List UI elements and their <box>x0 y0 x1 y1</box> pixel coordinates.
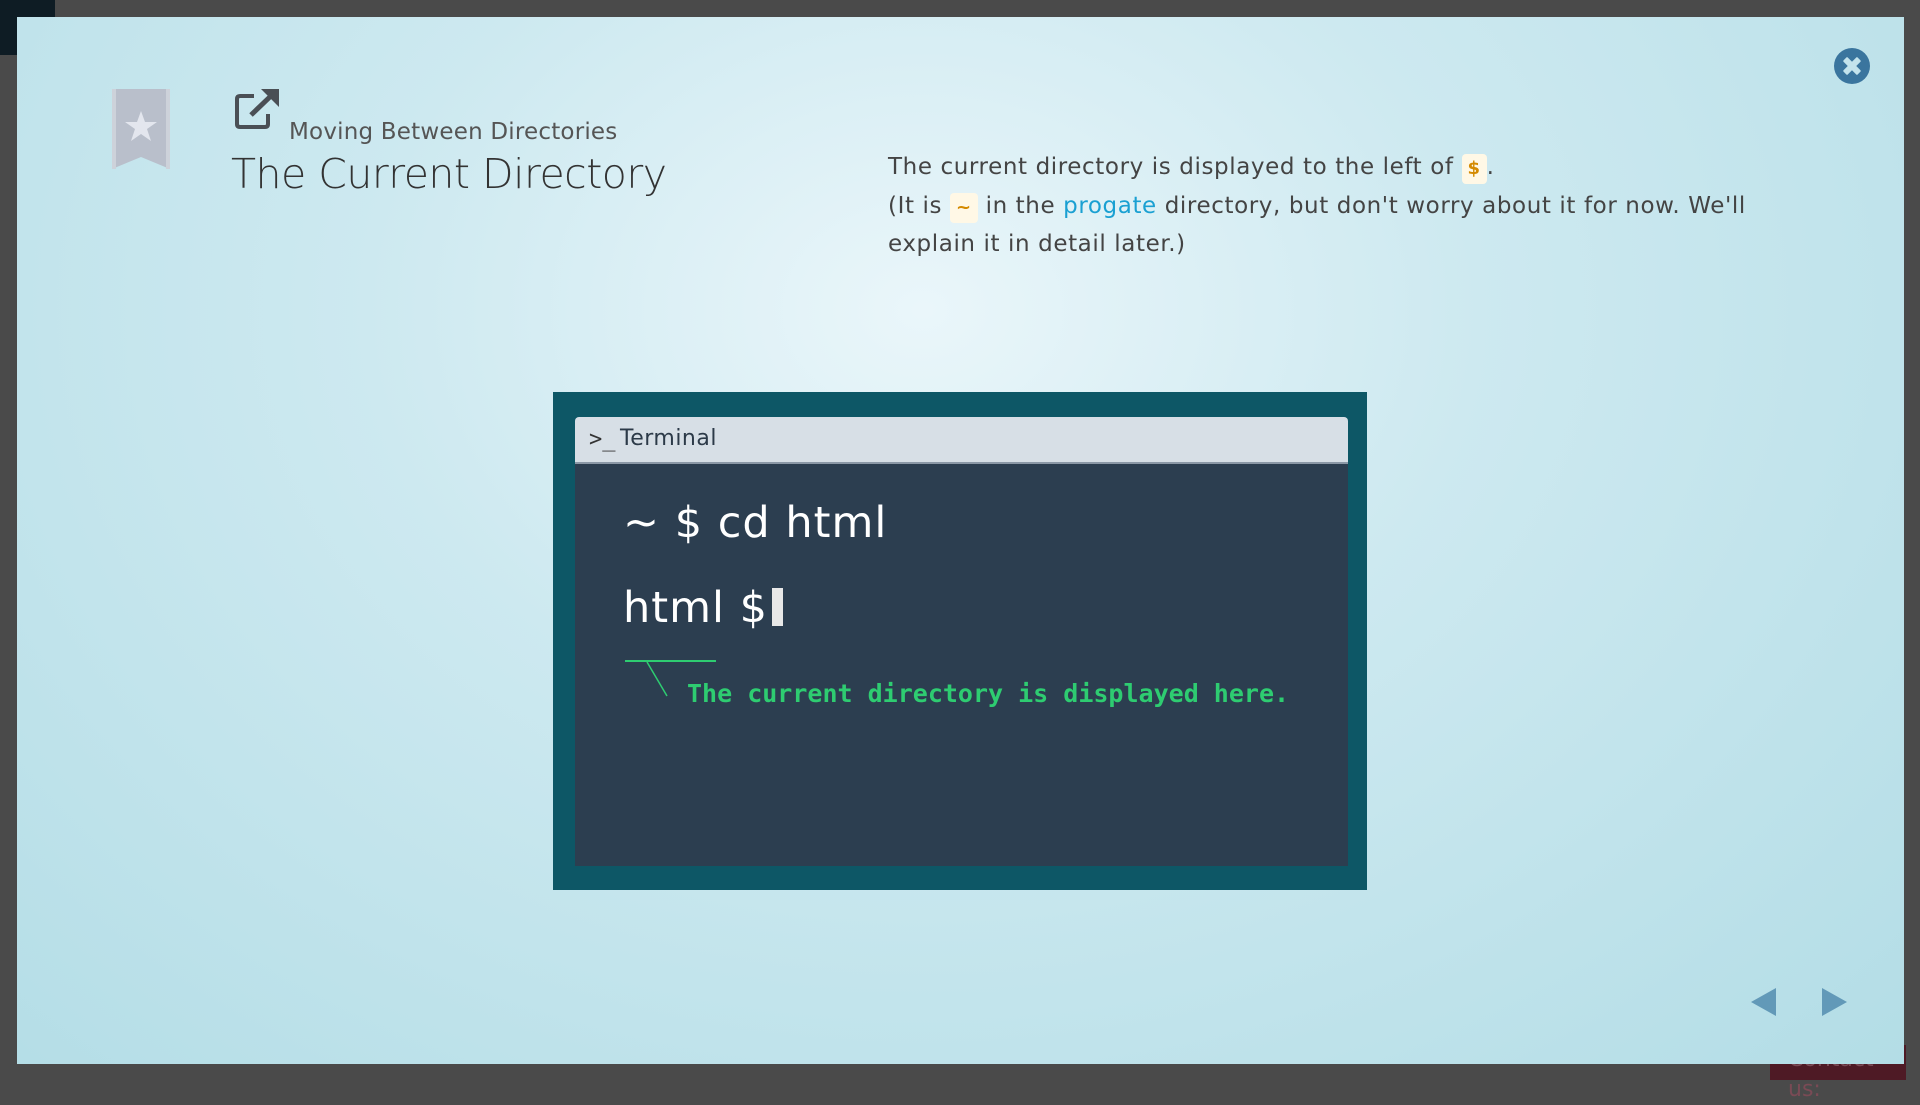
next-slide-button[interactable] <box>1822 988 1847 1016</box>
code-tilde: ~ <box>949 192 978 223</box>
terminal-illustration: >_ Terminal ~ $ cd html html $ The curre… <box>553 392 1367 890</box>
desc-text: in the <box>977 192 1064 219</box>
close-button[interactable] <box>1834 48 1870 84</box>
description: The current directory is displayed to th… <box>888 148 1788 264</box>
code-dollar: $ <box>1461 154 1487 184</box>
desc-text: . <box>1486 154 1495 180</box>
terminal-body: ~ $ cd html html $ The current directory… <box>575 464 1348 866</box>
terminal-header: >_ Terminal <box>575 417 1348 464</box>
terminal-title: Terminal <box>620 426 717 451</box>
desc-text: (It is <box>888 192 950 219</box>
progate-link[interactable]: progate <box>1063 193 1157 219</box>
external-link-icon[interactable] <box>234 88 280 130</box>
slide-modal: Moving Between Directories The Current D… <box>17 17 1904 1064</box>
previous-slide-button[interactable] <box>1751 988 1776 1016</box>
desc-text: The current directory is displayed to th… <box>888 154 1462 180</box>
terminal-prompt-icon: >_ <box>589 427 616 452</box>
page-title: The Current Directory <box>231 150 667 198</box>
annotation-text: The current directory is displayed here. <box>687 679 1290 708</box>
star-bookmark-icon[interactable] <box>112 89 170 169</box>
annotation-pointer <box>646 661 668 697</box>
section-label: Moving Between Directories <box>289 119 618 145</box>
